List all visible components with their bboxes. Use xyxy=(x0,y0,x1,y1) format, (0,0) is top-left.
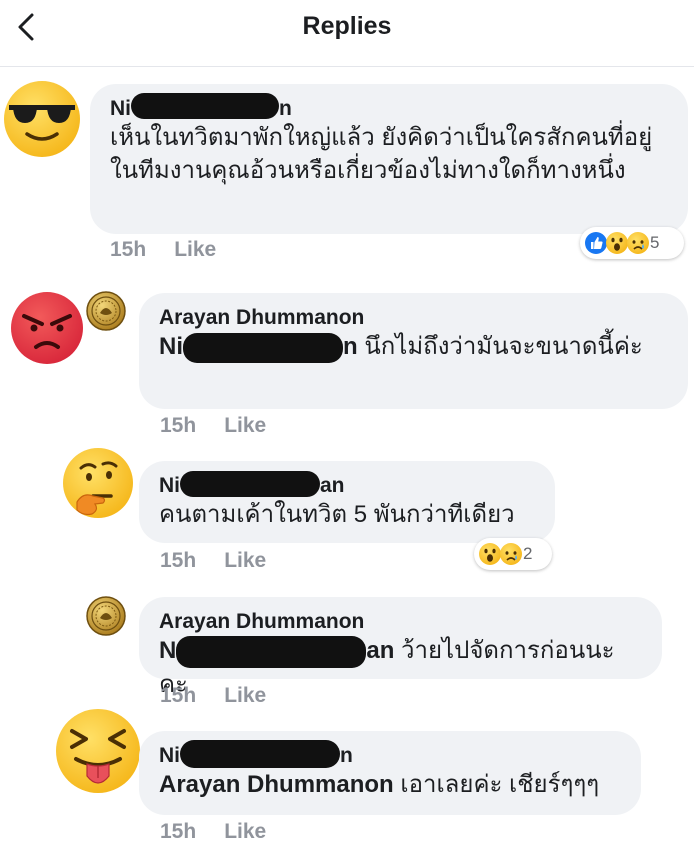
comment-author[interactable]: Ni n xyxy=(159,739,621,768)
redaction-bar xyxy=(180,471,320,498)
comment-meta: 15h Like xyxy=(160,684,266,708)
redaction-bar xyxy=(180,739,340,768)
comment-text: Arayan Dhummanon เอาเลยค่ะ เชียร์ๆๆๆ xyxy=(159,771,600,798)
mention-tag[interactable]: Nan xyxy=(159,635,394,668)
top-bar: Replies xyxy=(0,0,694,67)
mention-tag[interactable]: Ni n xyxy=(159,332,358,363)
timestamp[interactable]: 15h xyxy=(160,414,196,437)
comment-bubble: Ni n เห็นในทวิตมาพักใหญ่แล้ว ยังคิดว่าเป็… xyxy=(90,84,688,234)
timestamp[interactable]: 15h xyxy=(160,820,196,843)
reaction-count: 2 xyxy=(523,544,533,563)
like-button[interactable]: Like xyxy=(224,549,266,572)
comment-bubble: Ni an คนตามเค้าในทวิต 5 พันกว่าทีเดียว xyxy=(139,461,555,543)
comment-text: Ni n นึกไม่ถึงว่ามันจะขนาดนี้ค่ะ xyxy=(159,330,668,363)
gold-coin-icon xyxy=(86,291,126,331)
reaction-summary[interactable]: 2 xyxy=(474,538,552,570)
comment-text: คนตามเค้าในทวิต 5 พันกว่าทีเดียว xyxy=(159,501,515,528)
timestamp[interactable]: 15h xyxy=(160,549,196,572)
comment-bubble: Ni n Arayan Dhummanon เอาเลยค่ะ เชียร์ๆๆๆ xyxy=(139,731,641,815)
comment-bubble: Arayan Dhummanon Nan ว้ายไปจัดการก่อนนะค… xyxy=(139,597,662,698)
thinking-emoji-icon xyxy=(63,448,133,518)
timestamp[interactable]: 15h xyxy=(160,684,196,707)
timestamp[interactable]: 15h xyxy=(110,238,146,261)
comment-author[interactable]: Arayan Dhummanon xyxy=(159,609,642,634)
comment-author[interactable]: Ni an xyxy=(159,471,535,498)
comment-meta: 15h Like xyxy=(160,820,266,844)
sunglasses-emoji-icon xyxy=(4,81,80,157)
comment-meta: 15h Like xyxy=(110,238,216,262)
reaction-summary[interactable]: 5 xyxy=(580,227,684,259)
tongue-out-emoji-icon xyxy=(56,709,140,793)
comment-bubble: Arayan Dhummanon Ni n นึกไม่ถึงว่ามันจะขน… xyxy=(139,293,688,409)
like-button[interactable]: Like xyxy=(224,820,266,843)
mention-tag[interactable]: Arayan Dhummanon xyxy=(159,771,394,798)
redaction-bar xyxy=(176,635,367,668)
page-title: Replies xyxy=(302,12,392,40)
comment-meta: 15h Like xyxy=(160,549,266,573)
like-button[interactable]: Like xyxy=(174,238,216,261)
like-button[interactable]: Like xyxy=(224,684,266,707)
sad-reaction-icon xyxy=(499,542,523,566)
angry-emoji-icon xyxy=(11,292,83,364)
comment-author[interactable]: Arayan Dhummanon xyxy=(159,305,668,330)
comment-meta: 15h Like xyxy=(160,414,266,438)
sad-reaction-icon xyxy=(626,231,650,255)
like-button[interactable]: Like xyxy=(224,414,266,437)
comment-author[interactable]: Ni n xyxy=(110,93,668,121)
comment-text: เห็นในทวิตมาพักใหญ่แล้ว ยังคิดว่าเป็นใคร… xyxy=(110,124,653,184)
redaction-bar xyxy=(183,332,343,363)
reaction-count: 5 xyxy=(650,233,660,252)
redaction-bar xyxy=(131,93,279,120)
gold-coin-icon xyxy=(86,596,126,636)
